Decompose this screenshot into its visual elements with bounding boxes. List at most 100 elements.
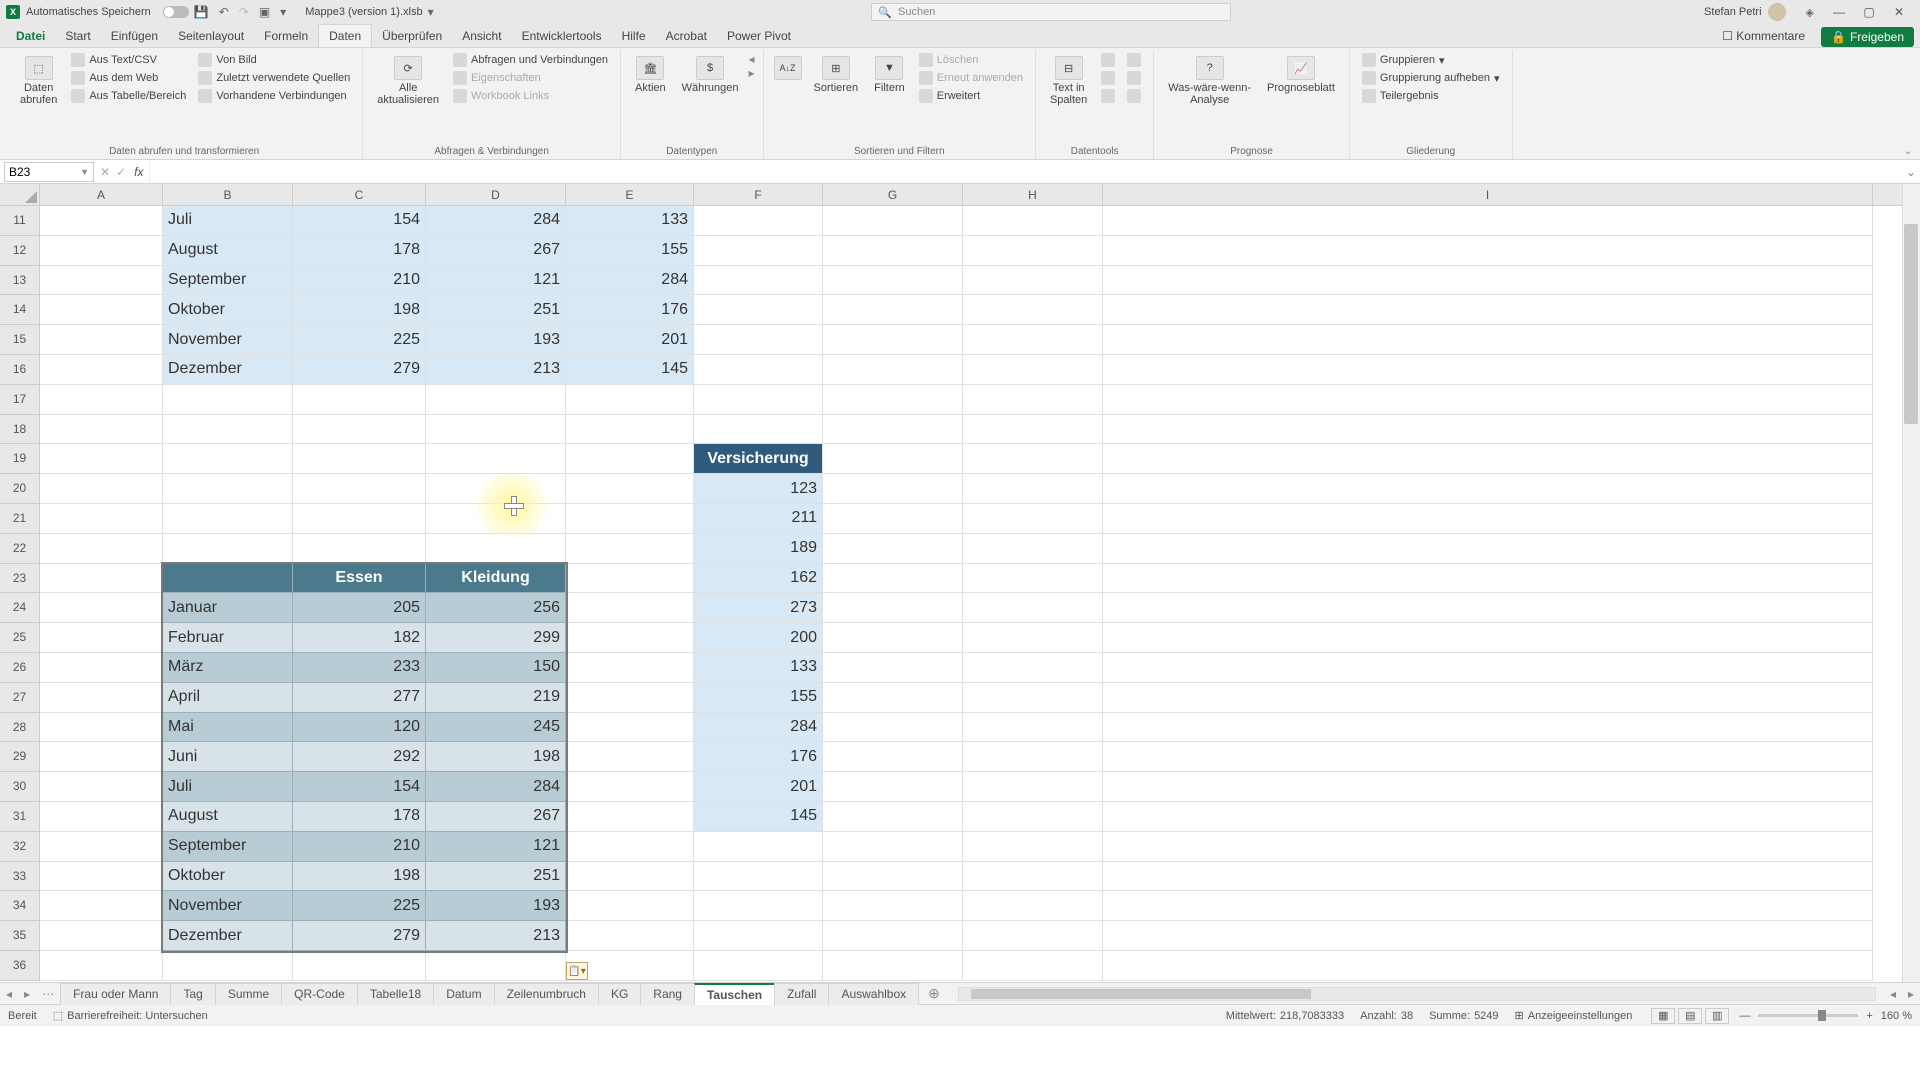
vertical-scrollbar[interactable] bbox=[1902, 184, 1920, 982]
col-A[interactable]: A bbox=[40, 184, 163, 205]
cell[interactable] bbox=[823, 504, 963, 534]
cell[interactable] bbox=[963, 832, 1103, 862]
hscroll-right-icon[interactable]: ▸ bbox=[1902, 987, 1920, 1001]
cell[interactable]: 284 bbox=[566, 266, 694, 296]
namebox-dropdown-icon[interactable]: ▼ bbox=[80, 167, 89, 177]
cell[interactable] bbox=[963, 802, 1103, 832]
undo-icon[interactable]: ↶ bbox=[219, 5, 229, 19]
cell[interactable] bbox=[40, 653, 163, 683]
cell[interactable]: 225 bbox=[293, 891, 426, 921]
tab-ansicht[interactable]: Ansicht bbox=[452, 25, 511, 47]
diamond-icon[interactable]: ◈ bbox=[1806, 6, 1814, 19]
row-35[interactable]: 35 bbox=[0, 921, 39, 951]
cell[interactable] bbox=[1103, 951, 1873, 981]
cell[interactable] bbox=[1103, 444, 1873, 474]
waswenn-button[interactable]: ?Was-wäre-wenn- Analyse bbox=[1162, 52, 1257, 110]
cell[interactable]: 150 bbox=[426, 653, 566, 683]
cell[interactable] bbox=[293, 474, 426, 504]
redo-icon[interactable]: ↷ bbox=[239, 5, 249, 19]
cell[interactable]: 189 bbox=[694, 534, 823, 564]
row-27[interactable]: 27 bbox=[0, 683, 39, 713]
cell[interactable]: 292 bbox=[293, 742, 426, 772]
cell[interactable]: 145 bbox=[566, 355, 694, 385]
daten-abrufen-button[interactable]: ⬚Daten abrufen bbox=[14, 52, 63, 110]
datatool-4[interactable] bbox=[1123, 52, 1145, 68]
camera-icon[interactable]: ▣ bbox=[259, 5, 270, 19]
sheet-tab[interactable]: Tabelle18 bbox=[357, 983, 434, 1005]
sheet-tab[interactable]: Frau oder Mann bbox=[60, 983, 171, 1005]
cell[interactable] bbox=[694, 206, 823, 236]
cell[interactable] bbox=[963, 206, 1103, 236]
col-H[interactable]: H bbox=[963, 184, 1103, 205]
cell[interactable] bbox=[823, 772, 963, 802]
cell[interactable] bbox=[293, 415, 426, 445]
cell[interactable] bbox=[823, 623, 963, 653]
view-pagelayout-button[interactable]: ▤ bbox=[1678, 1008, 1702, 1024]
cell[interactable] bbox=[823, 444, 963, 474]
cell[interactable] bbox=[163, 415, 293, 445]
cell[interactable]: Juli bbox=[163, 206, 293, 236]
display-settings[interactable]: ⊞Anzeigeeinstellungen bbox=[1515, 1009, 1633, 1022]
minimize-button[interactable]: — bbox=[1824, 5, 1854, 19]
cancel-formula-icon[interactable]: ✕ bbox=[100, 165, 110, 179]
cell[interactable] bbox=[293, 951, 426, 981]
cell[interactable]: 284 bbox=[426, 772, 566, 802]
cell[interactable]: 155 bbox=[566, 236, 694, 266]
cell[interactable]: 201 bbox=[694, 772, 823, 802]
cell[interactable] bbox=[823, 474, 963, 504]
cell[interactable]: 193 bbox=[426, 325, 566, 355]
row-14[interactable]: 14 bbox=[0, 295, 39, 325]
cell[interactable]: März bbox=[163, 653, 293, 683]
cell[interactable] bbox=[823, 355, 963, 385]
cell[interactable] bbox=[823, 951, 963, 981]
cell[interactable] bbox=[694, 415, 823, 445]
cell[interactable]: 233 bbox=[293, 653, 426, 683]
tab-datei[interactable]: Datei bbox=[6, 25, 55, 47]
tab-seitenlayout[interactable]: Seitenlayout bbox=[168, 25, 254, 47]
cell[interactable]: 273 bbox=[694, 593, 823, 623]
sheet-tab[interactable]: Summe bbox=[215, 983, 282, 1005]
cell[interactable]: Dezember bbox=[163, 355, 293, 385]
cell[interactable] bbox=[163, 504, 293, 534]
row-33[interactable]: 33 bbox=[0, 862, 39, 892]
cell[interactable] bbox=[823, 415, 963, 445]
cell[interactable]: 267 bbox=[426, 236, 566, 266]
horizontal-scroll-thumb[interactable] bbox=[971, 989, 1311, 999]
sheet-tab[interactable]: QR-Code bbox=[281, 983, 358, 1005]
cell[interactable] bbox=[40, 385, 163, 415]
zuletzt-button[interactable]: Zuletzt verwendete Quellen bbox=[194, 70, 354, 86]
cell[interactable] bbox=[823, 921, 963, 951]
zoom-out-button[interactable]: — bbox=[1739, 1010, 1750, 1022]
cell[interactable] bbox=[40, 564, 163, 594]
cell[interactable] bbox=[963, 564, 1103, 594]
cell[interactable] bbox=[1103, 474, 1873, 504]
row-24[interactable]: 24 bbox=[0, 593, 39, 623]
sheet-nav-next-icon[interactable]: ▸ bbox=[18, 987, 36, 1001]
cell[interactable] bbox=[566, 564, 694, 594]
formula-input[interactable] bbox=[149, 162, 1902, 182]
abfragen-verbindungen-button[interactable]: Abfragen und Verbindungen bbox=[449, 52, 612, 68]
cell[interactable] bbox=[40, 772, 163, 802]
cell[interactable] bbox=[40, 683, 163, 713]
cell[interactable] bbox=[40, 325, 163, 355]
cell[interactable] bbox=[963, 742, 1103, 772]
cell[interactable] bbox=[823, 534, 963, 564]
cell[interactable] bbox=[566, 921, 694, 951]
cell[interactable] bbox=[1103, 713, 1873, 743]
cell[interactable] bbox=[963, 713, 1103, 743]
cell[interactable]: Oktober bbox=[163, 295, 293, 325]
zoom-value[interactable]: 160 % bbox=[1881, 1010, 1912, 1022]
tab-powerpivot[interactable]: Power Pivot bbox=[717, 25, 801, 47]
cell[interactable] bbox=[823, 653, 963, 683]
cell[interactable] bbox=[1103, 862, 1873, 892]
prognoseblatt-button[interactable]: 📈Prognoseblatt bbox=[1261, 52, 1341, 98]
cell[interactable] bbox=[1103, 683, 1873, 713]
vertical-scroll-thumb[interactable] bbox=[1904, 224, 1918, 424]
cell[interactable] bbox=[1103, 325, 1873, 355]
aus-web-button[interactable]: Aus dem Web bbox=[67, 70, 190, 86]
cell[interactable]: 279 bbox=[293, 921, 426, 951]
cell[interactable] bbox=[566, 683, 694, 713]
cell[interactable]: 121 bbox=[426, 832, 566, 862]
cell[interactable] bbox=[694, 951, 823, 981]
cell[interactable] bbox=[823, 295, 963, 325]
